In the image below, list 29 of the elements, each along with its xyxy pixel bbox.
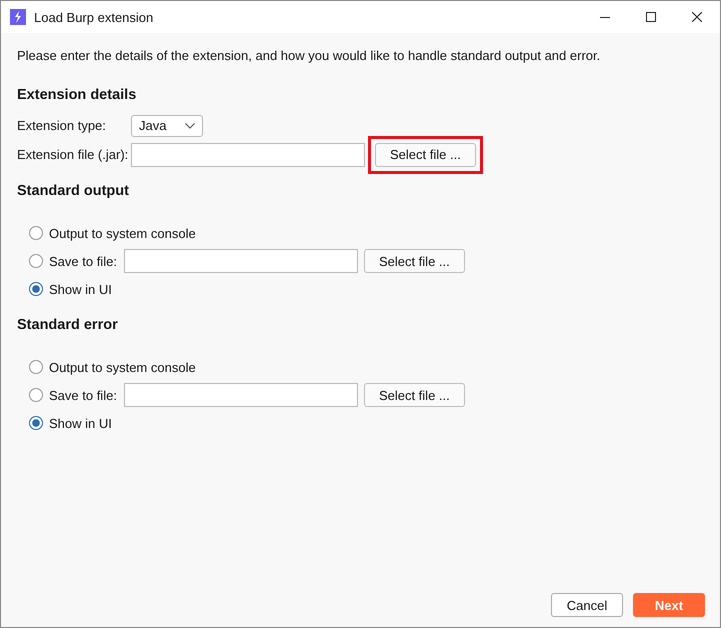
option-label: Save to file: bbox=[49, 388, 117, 402]
file-path-field[interactable] bbox=[124, 249, 358, 273]
window-title: Load Burp extension bbox=[34, 10, 154, 24]
radio-button[interactable] bbox=[29, 388, 43, 402]
section-heading: Standard output bbox=[17, 182, 130, 201]
option-label: Show in UI bbox=[49, 282, 112, 296]
field-label: Extension file (.jar): bbox=[17, 147, 130, 162]
radio-button[interactable] bbox=[29, 416, 43, 430]
field-label: Extension type: bbox=[17, 118, 107, 133]
caret-icon bbox=[185, 122, 195, 128]
cancel-button[interactable]: Cancel bbox=[551, 593, 623, 617]
option-label: Output to system console bbox=[49, 226, 196, 240]
radio-button[interactable] bbox=[29, 226, 43, 240]
section-heading: Standard error bbox=[17, 316, 119, 335]
select-file-button[interactable]: Select file ... bbox=[375, 142, 476, 166]
extension-type-dropdown[interactable]: Java bbox=[131, 114, 203, 136]
radio-button[interactable] bbox=[29, 360, 43, 374]
section-heading: Extension details bbox=[17, 86, 138, 105]
select-file-button[interactable]: Select file ... bbox=[364, 249, 465, 273]
extension-file-field[interactable] bbox=[131, 142, 365, 166]
radio-button[interactable] bbox=[29, 282, 43, 296]
radio-button[interactable] bbox=[29, 254, 43, 268]
file-path-field[interactable] bbox=[124, 383, 358, 407]
intro-text: Please enter the details of the extension, and how you would like to handle standard output and error. bbox=[17, 47, 602, 65]
app-logo-icon bbox=[10, 9, 26, 25]
option-label: Show in UI bbox=[49, 416, 112, 430]
option-label: Output to system console bbox=[49, 360, 196, 374]
select-file-button[interactable]: Select file ... bbox=[364, 383, 465, 407]
option-label: Save to file: bbox=[49, 254, 117, 268]
